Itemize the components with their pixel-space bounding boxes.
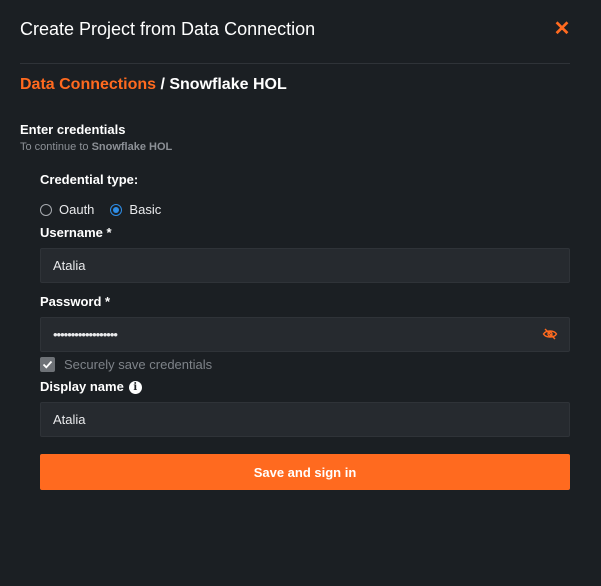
eye-off-icon[interactable] <box>542 326 558 342</box>
close-icon[interactable]: ✕ <box>553 19 571 39</box>
credentials-section-title: Enter credentials <box>20 122 126 137</box>
header-divider <box>20 63 570 64</box>
radio-basic[interactable] <box>110 203 123 216</box>
display-name-input[interactable]: Atalia <box>40 402 570 437</box>
save-credentials-label[interactable]: Securely save credentials <box>64 357 212 372</box>
dialog-title: Create Project from Data Connection <box>20 19 316 39</box>
breadcrumb-data-connections-link[interactable]: Data Connections <box>20 76 156 93</box>
radio-basic-label[interactable]: Basic <box>129 202 161 217</box>
breadcrumb: Data Connections / Snowflake HOL <box>20 76 287 94</box>
save-credentials-row: Securely save credentials <box>40 357 212 372</box>
breadcrumb-separator: / <box>156 76 170 93</box>
info-icon[interactable]: i <box>128 381 142 394</box>
save-and-sign-in-button[interactable]: Save and sign in <box>40 454 570 490</box>
credential-type-label: Credential type: <box>40 172 139 187</box>
radio-oauth-label[interactable]: Oauth <box>59 202 94 217</box>
password-input[interactable]: •••••••••••••••••• <box>40 317 570 352</box>
display-name-label: Display name <box>40 379 124 394</box>
credentials-section-subtitle: To continue to Snowflake HOL <box>20 141 172 153</box>
subtitle-prefix: To continue to <box>20 141 92 153</box>
breadcrumb-current: Snowflake HOL <box>169 76 287 93</box>
username-label: Username * <box>40 225 112 240</box>
credential-type-radio-group: Oauth Basic <box>40 202 177 217</box>
save-credentials-checkbox[interactable] <box>40 357 55 372</box>
create-project-dialog: Create Project from Data Connection ✕ Da… <box>0 0 601 586</box>
username-input[interactable]: Atalia <box>40 248 570 283</box>
password-label: Password * <box>40 294 111 309</box>
subtitle-target: Snowflake HOL <box>91 141 173 153</box>
radio-oauth[interactable] <box>40 203 52 216</box>
display-name-label-row: Display name i <box>40 379 142 394</box>
